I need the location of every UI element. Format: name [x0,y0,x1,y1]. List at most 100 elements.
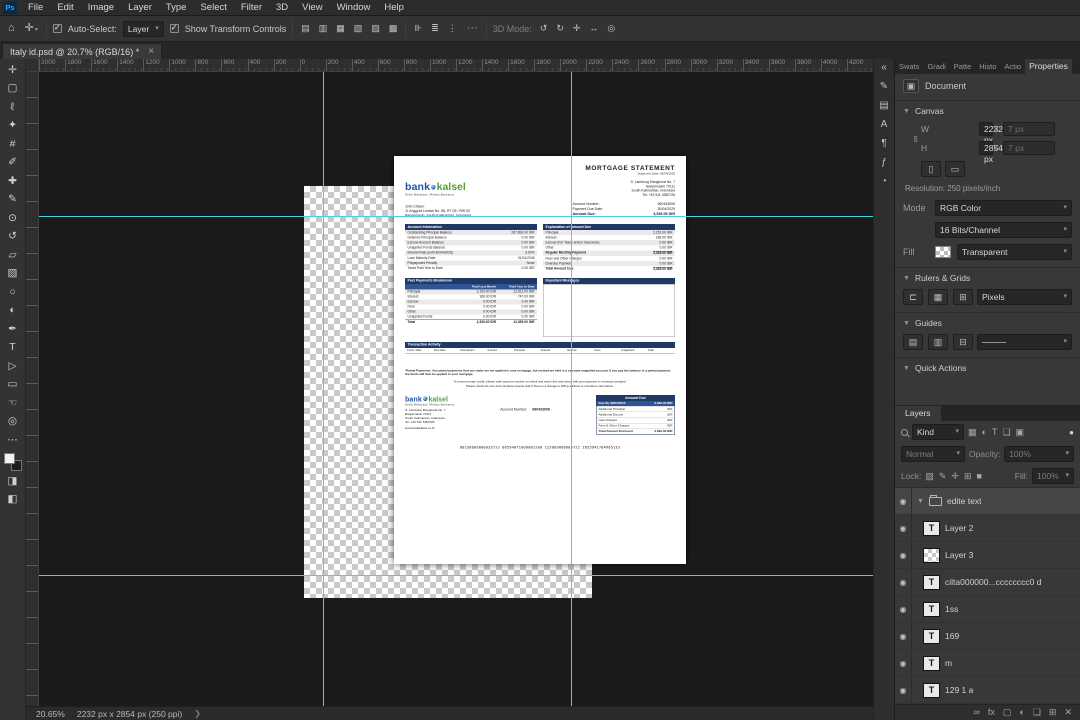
tab-layers[interactable]: Layers [895,406,941,421]
filter-group-layers-icon[interactable]: ❏ [1002,427,1010,437]
layer-row[interactable]: ◉ ▼ edite text [895,488,1080,515]
guide-horizontal-1[interactable] [39,216,873,217]
more-options-icon[interactable]: ⋯ [465,22,480,35]
distribute-spacing-icon[interactable]: ⋮ [446,23,459,34]
show-transform-controls-checkbox[interactable] [169,23,179,33]
eye-icon[interactable]: ◉ [895,542,912,568]
gradient-tool[interactable]: ▧ [3,266,23,282]
tab-gradi[interactable]: Gradi [923,59,949,74]
filter-type-layers-icon[interactable]: T [992,427,998,437]
opacity-dropdown[interactable]: 100% ▾ [1004,446,1074,462]
menu-item-file[interactable]: File [21,1,50,14]
landscape-orientation-icon[interactable]: ▭ [945,161,965,177]
edit-toolbar-icon[interactable]: ⋯ [3,432,23,448]
distribute-horizontal-icon[interactable]: ⊪ [412,23,424,34]
3d-pan-icon[interactable]: ✛ [571,23,583,34]
3d-slide-icon[interactable]: ↔ [587,23,600,34]
eye-icon[interactable]: ◉ [895,677,912,703]
eye-icon[interactable]: ◉ [895,623,912,649]
screen-mode-icon[interactable]: ◧ [3,492,23,508]
guide-vertical-1[interactable] [323,72,324,706]
layer-row[interactable]: ◉ T 129 1 a [895,677,1080,704]
layer-fill-dropdown[interactable]: 100% ▾ [1032,468,1074,484]
menu-item-window[interactable]: Window [330,1,378,14]
lock-artboard-icon[interactable]: ⊞ [964,471,972,481]
distribute-vertical-icon[interactable]: ≣ [429,23,441,34]
layer-group-icon[interactable]: ❏ [1033,708,1041,717]
document-tab[interactable]: Italy id.psd @ 20.7% (RGB/16) * × [2,43,163,59]
tool-preset-move-icon[interactable]: ✛▾ [23,22,40,35]
canvas-section-header[interactable]: ▼ Canvas [895,100,1080,116]
3d-roll-icon[interactable]: ↻ [554,23,566,34]
auto-select-target-dropdown[interactable]: Layer ▾ [122,20,164,37]
tab-actio[interactable]: Actio [1000,59,1025,74]
guide-vertical-2[interactable] [571,72,572,706]
clone-source-panel-icon[interactable]: ▤ [879,101,888,111]
eye-icon[interactable]: ◉ [895,596,912,622]
menu-item-view[interactable]: View [295,1,329,14]
lasso-tool[interactable]: ℓ [3,99,23,115]
3d-camera-icon[interactable]: ◎ [605,23,617,34]
zoom-tool[interactable]: ◎ [3,414,23,430]
status-chevron-icon[interactable]: ❯ [194,709,201,718]
tab-histo[interactable]: Histo [975,59,1000,74]
paragraph-panel-icon[interactable]: ¶ [881,139,886,149]
toggle-guides-icon[interactable]: ▤ [903,334,923,350]
fill-swatch[interactable] [935,246,951,258]
menu-item-help[interactable]: Help [377,1,411,14]
menu-item-edit[interactable]: Edit [50,1,80,14]
brushes-panel-icon[interactable]: ✎ [880,82,888,92]
ruler-origin-corner[interactable] [26,59,39,72]
layer-row[interactable]: ◉ T 169 [895,623,1080,650]
horizontal-ruler[interactable]: 2000 1800 1600 1400 1200 1000 800 600 400 200 0 200… [39,59,873,72]
filter-smart-objects-icon[interactable]: ▣ [1016,427,1025,437]
document-canvas[interactable]: bank kalsel Setia Melayani, Melaju Bersa… [394,156,686,564]
units-dropdown[interactable]: Pixels ▾ [977,289,1072,305]
quick-selection-tool[interactable]: ✦ [3,118,23,134]
menu-item-3d[interactable]: 3D [269,1,295,14]
crop-tool[interactable]: # [3,136,23,152]
marquee-tool[interactable]: ▢ [3,81,23,97]
pen-tool[interactable]: ✒ [3,321,23,337]
layer-row[interactable]: ◉ Layer 3 [895,542,1080,569]
blend-mode-dropdown[interactable]: Normal ▾ [901,446,965,462]
lock-all-icon[interactable]: ■ [976,471,981,481]
vertical-ruler[interactable] [26,72,39,706]
align-top-icon[interactable]: ▧ [352,23,365,34]
layer-row[interactable]: ◉ Tm [895,650,1080,677]
character-panel-icon[interactable]: A [881,120,888,130]
eraser-tool[interactable]: ▱ [3,247,23,263]
home-icon[interactable]: ⌂ [6,22,17,35]
chevron-down-icon[interactable]: ▼ [917,498,924,505]
layer-filter-kind-dropdown[interactable]: Kind ▾ [912,424,964,440]
tab-swats[interactable]: Swats [895,59,923,74]
hand-tool[interactable]: ☜ [3,395,23,411]
type-tool[interactable]: T [3,340,23,356]
filter-pixel-layers-icon[interactable]: ▦ [968,427,977,437]
guides-section-header[interactable]: ▼ Guides [895,312,1080,328]
eye-icon[interactable]: ◉ [895,650,912,676]
guide-horizontal-2[interactable] [39,575,873,576]
quick-actions-section-header[interactable]: ▼ Quick Actions [895,357,1080,373]
new-layer-icon[interactable]: ⊞ [1049,708,1057,717]
close-icon[interactable]: × [148,46,154,57]
brush-tool[interactable]: ✎ [3,192,23,208]
healing-brush-tool[interactable]: ✚ [3,173,23,189]
rectangle-tool[interactable]: ▭ [3,377,23,393]
rulers-grids-section-header[interactable]: ▼ Rulers & Grids [895,267,1080,283]
eye-icon[interactable]: ◉ [895,515,912,541]
toggle-snap-icon[interactable]: ⊞ [953,289,973,305]
menu-item-image[interactable]: Image [81,1,121,14]
lock-position-icon[interactable]: ✛ [951,471,959,481]
link-dimensions-icon[interactable]: ∞ [911,135,921,141]
clear-guides-icon[interactable]: ⊟ [953,334,973,350]
link-layers-icon[interactable]: ∞ [973,708,979,717]
foreground-color-swatch[interactable] [3,452,15,464]
clone-stamp-tool[interactable]: ⊙ [3,210,23,226]
expand-panels-icon[interactable]: « [881,63,887,73]
menu-item-filter[interactable]: Filter [234,1,269,14]
align-left-icon[interactable]: ▤ [299,23,312,34]
layer-row[interactable]: ◉ Tcilta000000...cccccccc0 d [895,569,1080,596]
tab-patte[interactable]: Patte [950,59,976,74]
quick-mask-icon[interactable]: ◨ [3,473,23,489]
